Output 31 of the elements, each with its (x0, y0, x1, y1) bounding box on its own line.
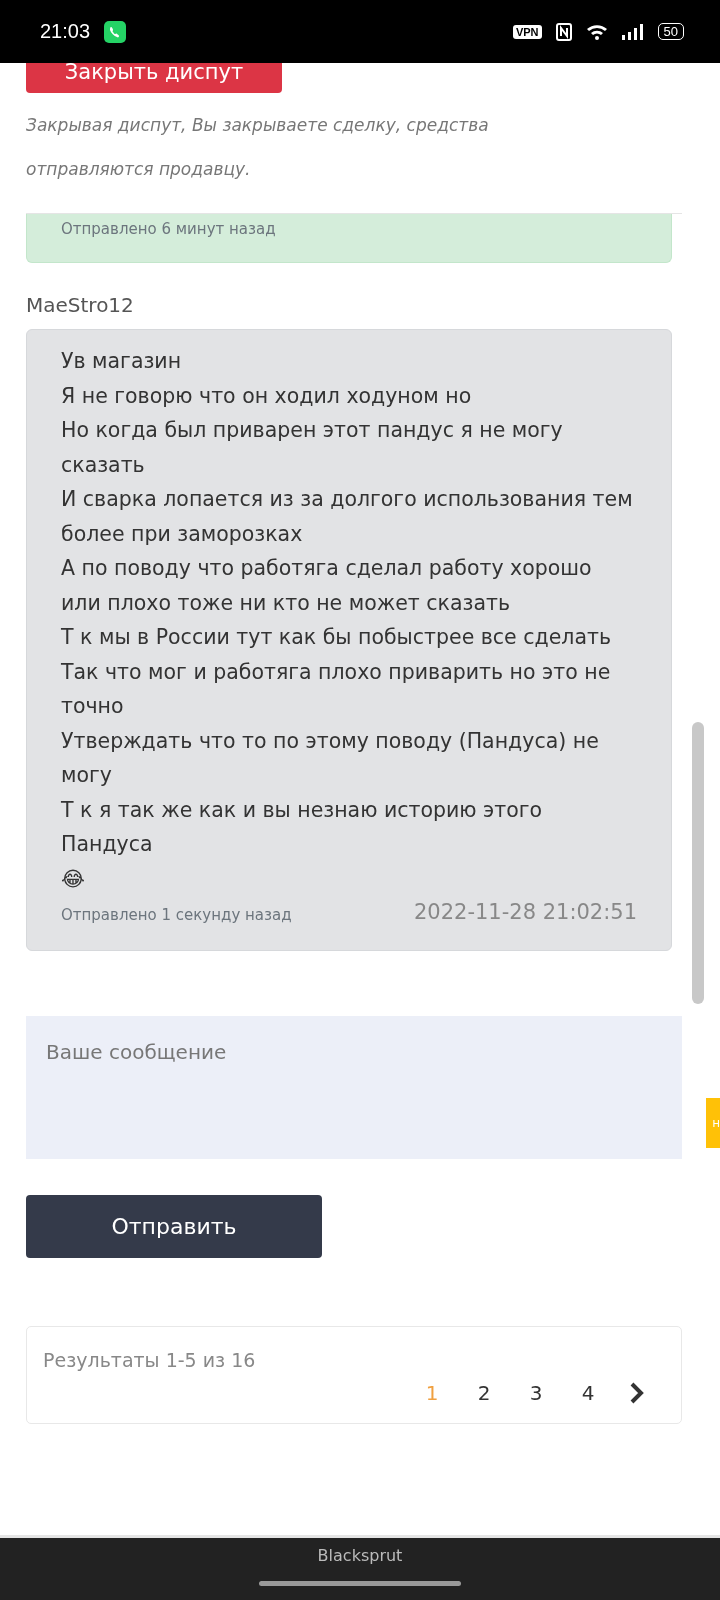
home-handle[interactable] (259, 1581, 461, 1586)
message-line: Ув магазин (61, 348, 183, 375)
nfc-icon (555, 22, 572, 41)
message-line: Я не говорю что он ходил ходуном но (61, 382, 473, 410)
message-line: 😂 (61, 865, 86, 893)
author-name: MaeStro12 (26, 293, 135, 317)
vpn-badge: VPN (512, 24, 542, 39)
next-icon[interactable] (629, 1382, 645, 1404)
message-line: Но когда был приварен этот пандус я не могу сказать (61, 417, 564, 479)
message-line: Т к мы в России тут как бы побыстрее все сделать (61, 624, 612, 651)
signal-icon (621, 23, 644, 40)
page-link[interactable]: 4 (577, 1381, 599, 1405)
message-field[interactable]: Ваше сообщение (26, 1016, 682, 1159)
message-line: Утверждать что то по этому поводу (Пандуса) не могу (61, 727, 600, 789)
page-link[interactable]: 3 (525, 1381, 547, 1405)
message-line: Так что мог и работяга плохо приварить но это не точно (61, 658, 612, 720)
message-line: Т к я так же как и вы незнаю историю этого Пандуса (61, 796, 544, 858)
sent-time: Отправлено 1 секунду назад (61, 906, 292, 924)
message-date: 2022-11-28 21:02:51 (413, 900, 637, 924)
page-title: Blacksprut (317, 1546, 403, 1565)
battery-level: 50 (657, 23, 684, 40)
phone-icon (104, 20, 127, 43)
results-summary: Результаты 1-5 из 16 (43, 1349, 257, 1371)
message-line: И сварка лопается из за долгого использования тем более при заморозках (61, 486, 634, 548)
sent-time: Отправлено 6 минут назад (61, 220, 276, 238)
wifi-icon (585, 23, 608, 40)
clock: 21:03 (40, 20, 91, 43)
page-link[interactable]: 2 (473, 1381, 495, 1405)
message-line: А по поводу что работяга сделал работу хорошо или плохо тоже ни кто не может сказать (61, 555, 593, 617)
send-button[interactable]: Отправить (26, 1195, 322, 1258)
close-dispute-button[interactable]: Закрыть диспут (26, 63, 282, 93)
